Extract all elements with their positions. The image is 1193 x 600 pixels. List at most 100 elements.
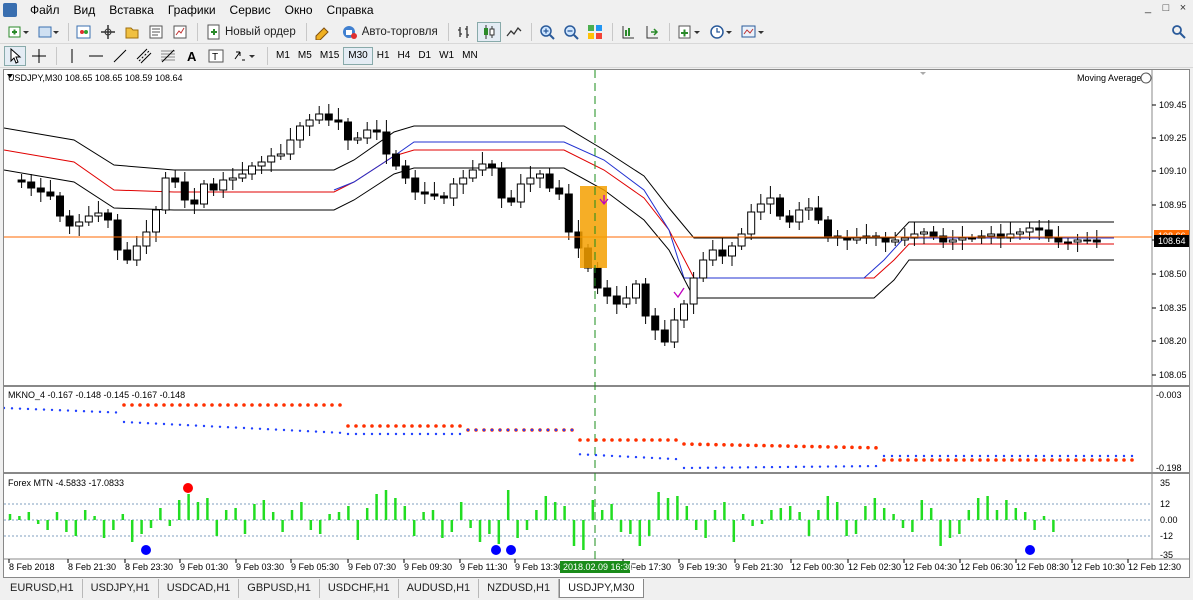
- timeframe-mn[interactable]: MN: [458, 47, 482, 65]
- close-button[interactable]: ×: [1175, 2, 1191, 14]
- menu-tools[interactable]: Сервис: [223, 0, 278, 20]
- timeframe-m1[interactable]: M1: [272, 47, 294, 65]
- mkno-blue-dot: [106, 410, 110, 414]
- timeframe-m5[interactable]: M5: [294, 47, 316, 65]
- mkno-blue-dot: [170, 423, 174, 426]
- timeframe-h4[interactable]: H4: [394, 47, 415, 65]
- mkno-red-dot: [834, 445, 838, 449]
- tab-usdjpy-h1[interactable]: USDJPY,H1: [83, 579, 159, 598]
- trendline-icon[interactable]: [109, 46, 131, 66]
- bar-chart-icon[interactable]: [453, 22, 475, 42]
- menu-window[interactable]: Окно: [278, 0, 320, 20]
- tab-usdcad-h1[interactable]: USDCAD,H1: [159, 579, 240, 598]
- mtn-blue-dot: [1025, 545, 1035, 555]
- cursor-icon[interactable]: [4, 45, 26, 66]
- candle-body: [324, 113, 333, 121]
- metaeditor-icon[interactable]: [311, 22, 335, 42]
- timeframe-h1[interactable]: H1: [373, 47, 394, 65]
- mkno-red-dot: [1106, 458, 1110, 462]
- candlestick-chart-icon[interactable]: [476, 21, 501, 42]
- mkno-red-dot: [306, 403, 310, 407]
- autoscroll-icon[interactable]: [641, 22, 663, 42]
- arrows-icon[interactable]: [229, 46, 261, 66]
- templates-icon[interactable]: [738, 22, 768, 42]
- mkno-blue-dot: [322, 430, 326, 434]
- tab-eurusd-h1[interactable]: EURUSD,H1: [2, 579, 83, 598]
- tab-usdchf-h1[interactable]: USDCHF,H1: [320, 579, 399, 598]
- info-icon[interactable]: [1140, 72, 1152, 84]
- candle-body: [718, 249, 727, 257]
- strategy-tester-icon[interactable]: [169, 22, 191, 42]
- candle-body: [315, 113, 324, 121]
- menu-insert[interactable]: Вставка: [102, 0, 161, 20]
- chart-tabs: EURUSD,H1 USDJPY,H1 USDCAD,H1 GBPUSD,H1 …: [0, 579, 1193, 600]
- menu-charts[interactable]: Графики: [161, 0, 223, 20]
- vertical-line-icon[interactable]: [61, 46, 83, 66]
- price-tick-label: 109.45: [1159, 100, 1187, 110]
- tab-usdjpy-m30[interactable]: USDJPY,M30: [559, 579, 644, 598]
- crosshair-icon[interactable]: [28, 46, 50, 66]
- mkno-blue-dot: [1002, 454, 1006, 458]
- timeframe-w1[interactable]: W1: [435, 47, 458, 65]
- restore-button[interactable]: □: [1158, 2, 1174, 14]
- mkno-red-dot: [922, 458, 926, 462]
- terminal-icon[interactable]: [145, 22, 167, 42]
- tab-audusd-h1[interactable]: AUDUSD,H1: [399, 579, 480, 598]
- channel-icon[interactable]: [133, 46, 155, 66]
- line-chart-icon[interactable]: [503, 22, 525, 42]
- candle-body: [94, 212, 103, 217]
- mkno-blue-dot: [674, 457, 678, 461]
- candle-body: [728, 245, 736, 257]
- indicators-icon[interactable]: [674, 22, 704, 42]
- mkno-blue-dot: [698, 466, 702, 470]
- candle-body: [756, 203, 765, 213]
- timeframe-m30[interactable]: M30: [343, 46, 373, 65]
- menu-file[interactable]: Файл: [23, 0, 67, 20]
- mkno-red-dot: [290, 403, 294, 407]
- app-icon: [3, 3, 17, 17]
- mkno-red-dot: [1082, 458, 1086, 462]
- candle-body: [440, 195, 448, 199]
- mkno-blue-dot: [418, 432, 422, 436]
- zoom-in-icon[interactable]: [536, 22, 558, 42]
- tab-gbpusd-h1[interactable]: GBPUSD,H1: [239, 579, 320, 598]
- new-chart-icon[interactable]: [4, 22, 32, 42]
- mkno-blue-dot: [34, 408, 38, 411]
- mkno-blue-dot: [922, 454, 926, 458]
- mkno-blue-dot: [802, 465, 806, 468]
- periods-icon[interactable]: [706, 22, 736, 42]
- chart-canvas[interactable]: USDJPY,M30 108.65 108.65 108.59 108.64 M…: [4, 70, 1190, 578]
- candle-body: [622, 297, 631, 305]
- search-icon[interactable]: [1168, 22, 1190, 42]
- mkno-red-dot: [274, 403, 278, 407]
- minimize-button[interactable]: _: [1140, 2, 1156, 14]
- tab-nzdusd-h1[interactable]: NZDUSD,H1: [479, 579, 560, 598]
- mkno-red-dot: [1130, 458, 1134, 462]
- timeframe-d1[interactable]: D1: [414, 47, 435, 65]
- menu-view[interactable]: Вид: [67, 0, 103, 20]
- profiles-icon[interactable]: [34, 22, 62, 42]
- mkno-blue-dot: [914, 454, 918, 458]
- auto-trading-button[interactable]: Авто-торговля: [337, 22, 442, 42]
- horizontal-line-icon[interactable]: [85, 46, 107, 66]
- text-label-icon[interactable]: T: [205, 46, 227, 66]
- new-order-button[interactable]: Новый ордер: [202, 22, 300, 42]
- panel-frames: [4, 70, 1189, 560]
- mkno-red-dot: [1058, 458, 1062, 462]
- chart-window[interactable]: USDJPY,M30 108.65 108.65 108.59 108.64 M…: [3, 69, 1190, 578]
- mkno-red-dot: [1074, 458, 1078, 462]
- text-icon[interactable]: A: [181, 46, 203, 66]
- tile-windows-icon[interactable]: [584, 22, 606, 42]
- chart-shift-icon[interactable]: [617, 22, 639, 42]
- navigator-icon[interactable]: [121, 22, 143, 42]
- zoom-out-icon[interactable]: [560, 22, 582, 42]
- mkno-red-dot: [874, 446, 878, 450]
- menu-help[interactable]: Справка: [320, 0, 381, 20]
- mkno-blue-dot: [242, 426, 246, 430]
- mkno-red-dot: [378, 424, 382, 428]
- data-window-icon[interactable]: [97, 22, 119, 42]
- market-watch-icon[interactable]: [73, 22, 95, 42]
- mkno-blue-dot: [82, 410, 86, 413]
- fibonacci-icon[interactable]: [157, 46, 179, 66]
- timeframe-m15[interactable]: M15: [316, 47, 343, 65]
